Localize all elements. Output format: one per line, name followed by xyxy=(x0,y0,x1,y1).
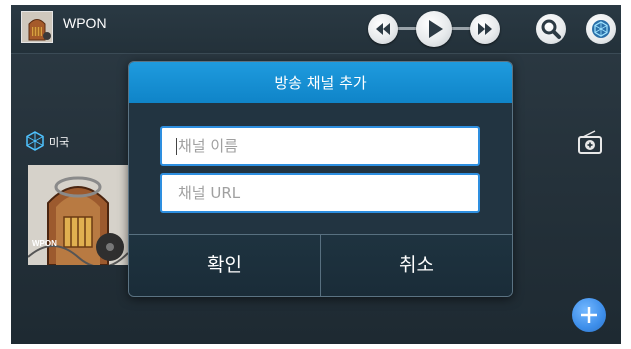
search-icon xyxy=(541,19,561,39)
text-cursor xyxy=(176,138,177,155)
rewind-button[interactable] xyxy=(368,14,398,44)
add-fab-button[interactable] xyxy=(572,298,606,332)
add-channel-dialog: 방송 채널 추가 확인 취소 xyxy=(128,61,513,297)
dialog-button-row: 확인 취소 xyxy=(129,234,512,296)
globe-icon xyxy=(26,131,44,151)
station-logo xyxy=(21,11,53,43)
jukebox-image xyxy=(28,165,128,265)
top-bar: WPON xyxy=(11,5,621,54)
radio-add-icon xyxy=(578,130,602,154)
channel-url-input[interactable] xyxy=(160,173,480,213)
rewind-icon xyxy=(376,23,390,35)
dialog-title: 방송 채널 추가 xyxy=(274,74,367,92)
globe-button[interactable] xyxy=(586,14,616,44)
search-button[interactable] xyxy=(536,14,566,44)
globe-icon xyxy=(592,20,610,38)
play-button[interactable] xyxy=(416,11,452,47)
station-thumbnail[interactable]: WPON xyxy=(28,165,128,265)
play-icon xyxy=(429,20,443,38)
add-radio-button[interactable] xyxy=(577,130,603,154)
plus-icon xyxy=(581,307,597,323)
app-screen: WPON 미국 WPON 방송 채널 추가 채널 이름 채널 URL 확인 취소 xyxy=(11,5,621,344)
thumbnail-caption: WPON xyxy=(32,239,57,248)
cancel-button[interactable]: 취소 xyxy=(321,235,512,296)
dialog-header: 방송 채널 추가 xyxy=(129,62,512,103)
channel-name-input[interactable] xyxy=(160,126,480,166)
fast-forward-button[interactable] xyxy=(470,14,500,44)
transport-controls xyxy=(366,11,502,47)
confirm-button[interactable]: 확인 xyxy=(129,235,321,296)
app-title: WPON xyxy=(63,15,107,31)
fast-forward-icon xyxy=(478,23,492,35)
country-label: 미국 xyxy=(49,136,70,149)
